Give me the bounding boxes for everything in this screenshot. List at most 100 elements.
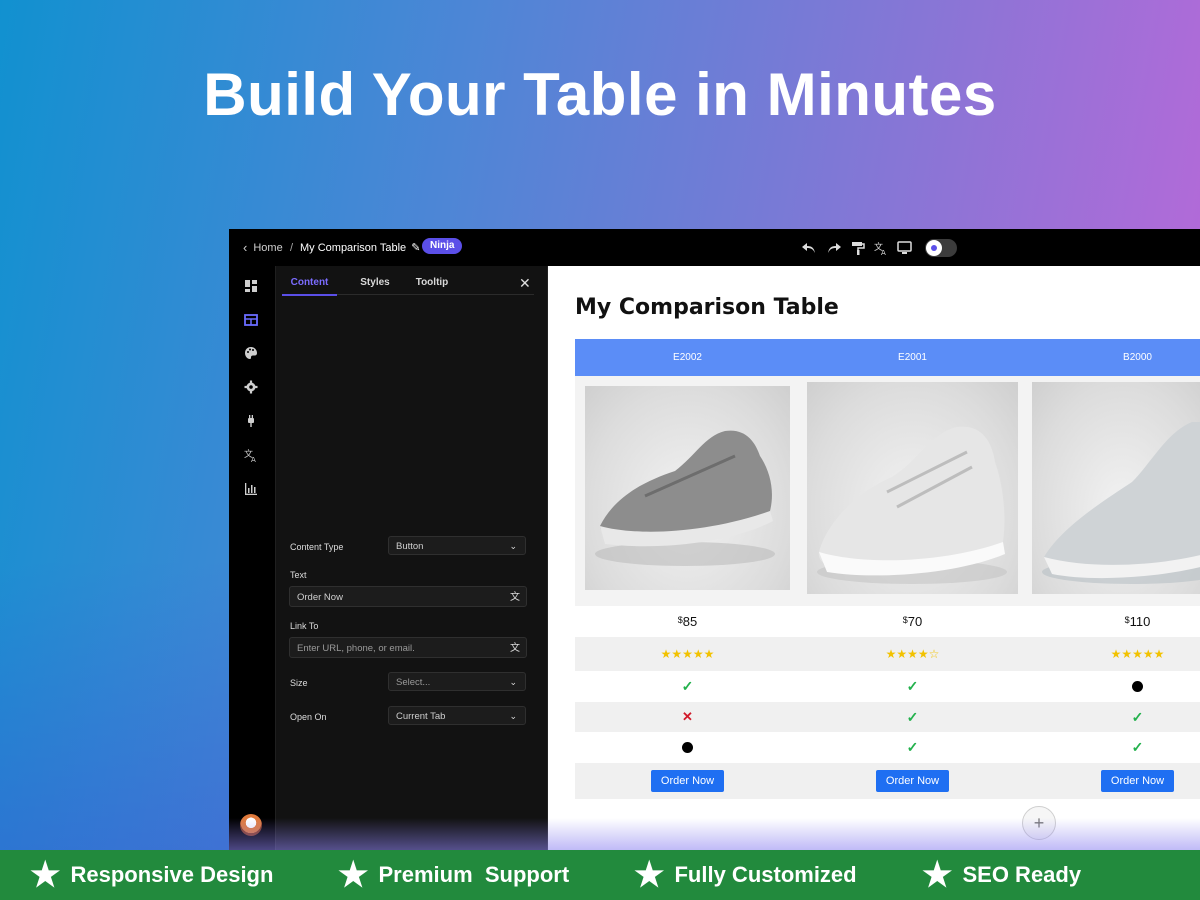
link-input-placeholder: Enter URL, phone, or email.	[297, 643, 415, 654]
panel-tabs: Content Styles Tooltip	[282, 266, 534, 296]
size-select[interactable]: Select... ⌄	[388, 672, 526, 691]
feature-cell: ✓	[800, 732, 1025, 763]
order-now-button[interactable]: Order Now	[1100, 770, 1175, 792]
feature-bar: ★ Responsive Design ★ Premium Support ★ …	[0, 850, 1200, 900]
palette-icon[interactable]	[244, 346, 260, 362]
open-on-value: Current Tab	[396, 711, 446, 722]
star-icon: ★	[338, 856, 369, 894]
button-cell: Order Now	[800, 763, 1025, 799]
star-icon: ★	[634, 856, 665, 894]
check-icon: ✓	[1131, 708, 1144, 725]
text-label: Text	[290, 570, 307, 580]
currency-symbol: $	[677, 615, 683, 625]
translate-icon[interactable]: 文	[510, 638, 520, 659]
image-row	[575, 376, 1200, 606]
breadcrumb-home-label: Home	[253, 241, 283, 254]
link-input[interactable]: Enter URL, phone, or email. 文	[289, 637, 527, 658]
open-on-select[interactable]: Current Tab ⌄	[388, 706, 526, 725]
button-cell: Order Now	[1025, 763, 1200, 799]
chevron-down-icon: ⌄	[509, 541, 517, 551]
feature-label: Fully Customized	[674, 862, 857, 887]
star-rating: ★★★★☆	[886, 647, 940, 661]
content-type-value: Button	[396, 541, 424, 552]
canvas-title: My Comparison Table	[575, 295, 839, 320]
desktop-preview-icon[interactable]	[897, 240, 912, 255]
paint-roller-icon[interactable]	[851, 241, 865, 255]
settings-panel: Content Styles Tooltip ✕ Content Type Bu…	[276, 266, 547, 850]
feature-cell: ✓	[1025, 732, 1200, 763]
check-icon: ✓	[681, 678, 694, 694]
check-icon: ✓	[906, 678, 919, 694]
check-icon: ✓	[906, 708, 919, 725]
feature-label: Responsive Design	[70, 862, 274, 887]
order-now-button[interactable]: Order Now	[875, 770, 950, 792]
table-icon[interactable]	[244, 313, 260, 329]
settings-icon[interactable]	[244, 380, 260, 396]
cross-icon: ✕	[682, 709, 693, 724]
dashboard-icon[interactable]	[244, 279, 260, 295]
svg-text:A: A	[251, 456, 256, 462]
column-header[interactable]: E2001	[800, 339, 1025, 376]
button-row: Order Now Order Now Order Now	[575, 763, 1200, 799]
breadcrumb-home-link[interactable]: ‹ Home	[243, 229, 283, 266]
table-name-label: My Comparison Table	[300, 241, 407, 254]
price-cell: $110	[1025, 606, 1200, 637]
currency-symbol: $	[902, 615, 908, 625]
rating-cell: ★★★★☆	[800, 637, 1025, 671]
translate-icon[interactable]: 文A	[244, 448, 260, 464]
left-rail: 文A	[229, 266, 276, 850]
star-icon: ★	[30, 856, 61, 894]
toolbar-icons: 文A	[801, 229, 957, 266]
plug-icon[interactable]	[244, 414, 260, 430]
chevron-down-icon: ⌄	[509, 711, 517, 721]
check-icon: ✓	[1131, 739, 1144, 755]
order-now-button[interactable]: Order Now	[650, 770, 725, 792]
size-placeholder: Select...	[396, 677, 431, 688]
tab-tooltip[interactable]: Tooltip	[402, 266, 462, 294]
button-cell: Order Now	[575, 763, 800, 799]
hero-headline: Build Your Table in Minutes	[203, 61, 997, 128]
pencil-icon[interactable]: ✎	[411, 241, 420, 254]
price-value: 110	[1129, 614, 1151, 629]
feature-responsive: ★ Responsive Design	[30, 850, 273, 900]
toggle-knob	[926, 239, 942, 256]
star-rating-filled: ★★★★	[885, 647, 929, 661]
column-header[interactable]: B2000	[1025, 339, 1200, 376]
feature-cell: ✓	[575, 671, 800, 702]
price-cell: $70	[800, 606, 1025, 637]
undo-icon[interactable]	[801, 241, 817, 255]
shoe-image[interactable]	[807, 382, 1018, 594]
currency-symbol: $	[1124, 615, 1130, 625]
close-icon[interactable]: ✕	[519, 276, 531, 290]
top-bar: ‹ Home / My Comparison Table ✎ Ninja 文A	[229, 229, 1200, 266]
text-input[interactable]: Order Now 文	[289, 586, 527, 607]
chart-icon[interactable]	[244, 482, 260, 498]
translate-icon[interactable]: 文	[510, 587, 520, 608]
column-header[interactable]: E2002	[575, 339, 800, 376]
feature-cell: ✕	[575, 702, 800, 732]
content-type-select[interactable]: Button ⌄	[388, 536, 526, 555]
chevron-down-icon: ⌄	[509, 677, 517, 687]
feature-cell: ✓	[1025, 702, 1200, 732]
feature-row: ✕ ✓ ✓	[575, 702, 1200, 732]
table-name[interactable]: My Comparison Table ✎	[300, 229, 420, 266]
breadcrumb-separator: /	[290, 241, 294, 254]
translate-icon[interactable]: 文A	[874, 241, 888, 255]
shoe-image[interactable]	[585, 386, 790, 590]
star-rating: ★★★★★	[660, 647, 715, 661]
open-on-label: Open On	[290, 712, 327, 722]
feature-row: ✓ ✓	[575, 732, 1200, 763]
price-cell: $85	[575, 606, 800, 637]
tab-content[interactable]: Content	[282, 266, 337, 296]
feature-cell: ✓	[800, 671, 1025, 702]
check-icon: ✓	[906, 739, 919, 755]
theme-toggle[interactable]	[925, 238, 957, 257]
preview-canvas: My Comparison Table E2002 E2001 B2000 $8…	[548, 266, 1200, 850]
text-input-value: Order Now	[297, 592, 343, 603]
tab-styles[interactable]: Styles	[345, 266, 405, 294]
price-value: 85	[682, 614, 698, 629]
shoe-image[interactable]	[1032, 382, 1200, 594]
feature-label: SEO Ready	[962, 862, 1082, 887]
redo-icon[interactable]	[826, 241, 842, 255]
window-fade	[229, 818, 1200, 850]
